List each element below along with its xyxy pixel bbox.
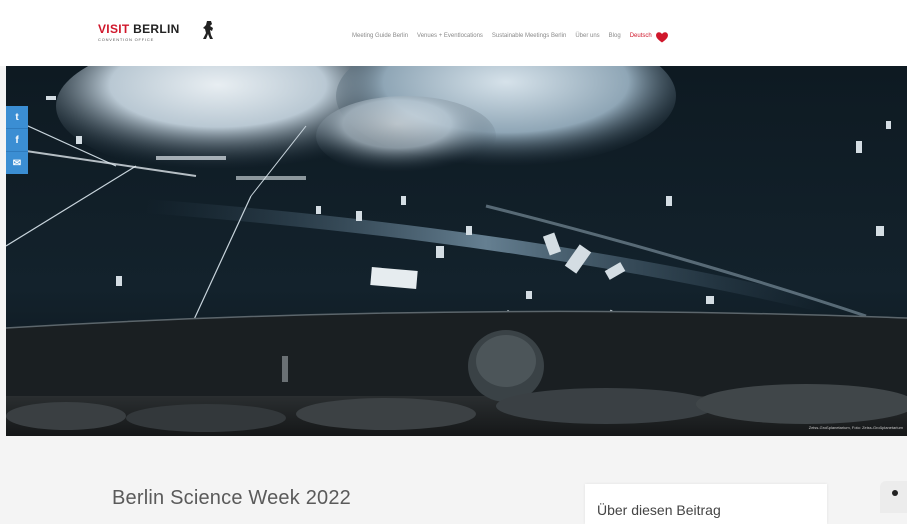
logo-subtitle: CONVENTION OFFICE — [98, 37, 155, 42]
scroll-top-icon — [892, 490, 898, 496]
nav-item-blog[interactable]: Blog — [609, 33, 621, 39]
language-switch[interactable]: Deutsch — [630, 33, 652, 39]
logo-berlin-text: BERLIN — [133, 22, 180, 36]
social-share-bar: t f ✉ — [6, 106, 28, 174]
scroll-to-top-button[interactable] — [880, 481, 907, 513]
heart-icon[interactable] — [655, 30, 669, 44]
nav-item-sustainable-meetings[interactable]: Sustainable Meetings Berlin — [492, 33, 566, 39]
nav-item-venues[interactable]: Venues + Eventlocations — [417, 33, 483, 39]
email-icon[interactable]: ✉ — [6, 151, 28, 174]
facebook-icon[interactable]: f — [6, 128, 28, 151]
about-post-card: Über diesen Beitrag — [585, 484, 827, 524]
site-header: VISIT BERLIN CONVENTION OFFICE Meeting G… — [0, 0, 907, 66]
twitter-icon[interactable]: t — [6, 106, 28, 128]
nav-item-meeting-guide[interactable]: Meeting Guide Berlin — [352, 33, 408, 39]
logo-wordmark: VISIT BERLIN — [98, 22, 180, 36]
berlin-bear-icon — [203, 21, 213, 39]
page-title: Berlin Science Week 2022 — [112, 487, 352, 509]
planetarium-dome-image — [6, 66, 907, 436]
visit-berlin-logo[interactable]: VISIT BERLIN CONVENTION OFFICE — [98, 21, 228, 48]
about-post-title: Über diesen Beitrag — [597, 502, 721, 518]
nav-item-about-us[interactable]: Über uns — [575, 33, 599, 39]
main-navigation: Meeting Guide Berlin Venues + Eventlocat… — [352, 29, 669, 43]
hero-image: Zeiss-Großplanetarium, Foto: Zeiss-Großp… — [6, 66, 907, 436]
logo-visit-text: VISIT — [98, 22, 130, 36]
content-area: Berlin Science Week 2022 Über diesen Bei… — [0, 436, 907, 524]
hero-caption: Zeiss-Großplanetarium, Foto: Zeiss-Großp… — [808, 425, 903, 430]
